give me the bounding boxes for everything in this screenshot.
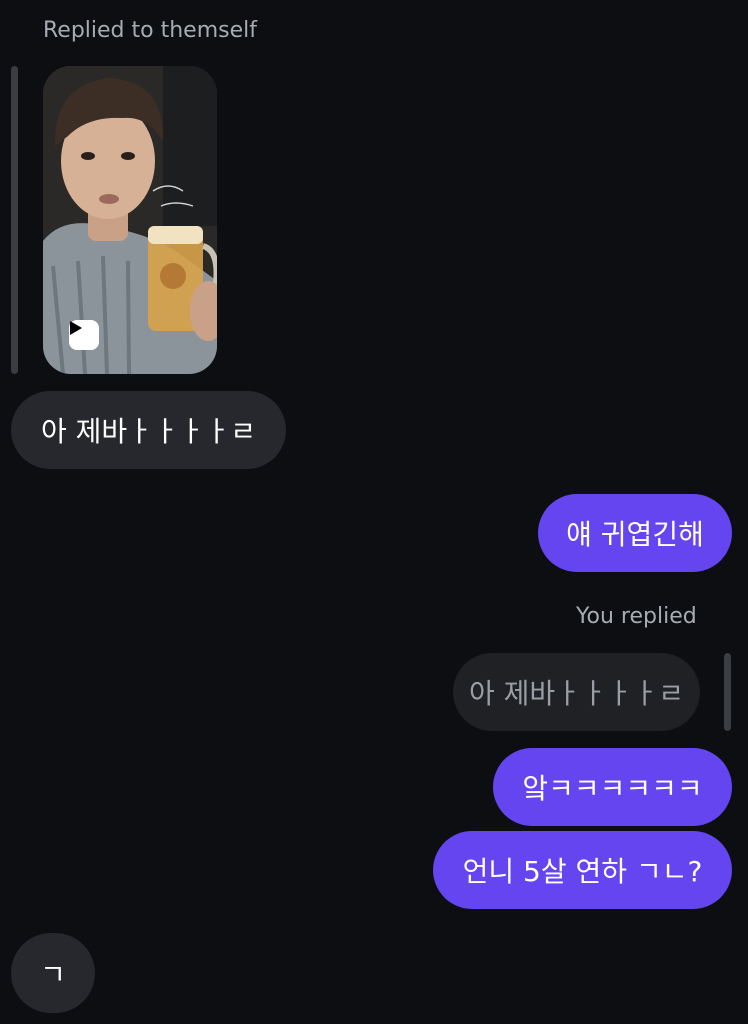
message-bubble-outgoing[interactable]: 언니 5살 연하 ㄱㄴ? <box>433 831 732 909</box>
message-bubble-outgoing[interactable]: 얘 귀엽긴해 <box>538 494 732 572</box>
reply-indicator-bar <box>724 653 731 731</box>
message-bubble-incoming[interactable]: 아 제바ㅏㅏㅏㅏㄹ <box>11 391 286 469</box>
message-bubble-incoming[interactable]: ㄱ <box>11 933 95 1013</box>
chat-thread: Replied to themself 아 제바ㅏㅏㅏㅏㄹ 얘 귀엽긴해 You… <box>0 0 748 1024</box>
message-bubble-outgoing[interactable]: 앜ㅋㅋㅋㅋㅋㅋ <box>493 748 732 826</box>
video-thumbnail[interactable] <box>43 66 217 374</box>
reply-indicator-bar <box>11 66 18 374</box>
reply-caption: Replied to themself <box>43 18 257 43</box>
reply-caption: You replied <box>576 604 697 629</box>
quoted-message[interactable]: 아 제바ㅏㅏㅏㅏㄹ <box>453 653 700 731</box>
play-icon[interactable] <box>69 320 99 350</box>
